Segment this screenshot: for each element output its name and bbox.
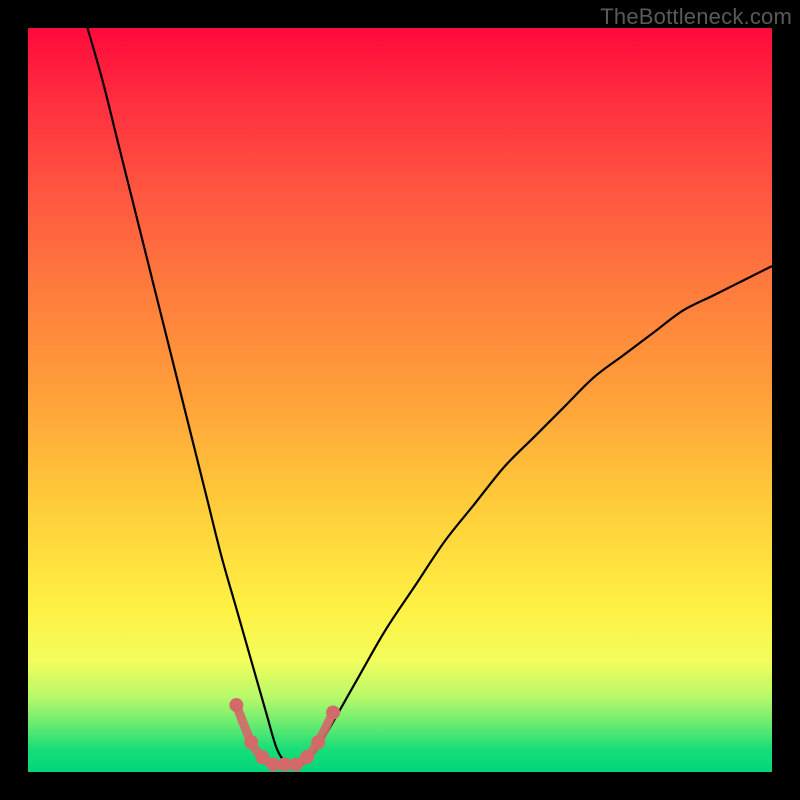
trough-point (326, 705, 340, 719)
trough-point (300, 750, 314, 764)
curve-layer (28, 28, 772, 772)
trough-point (311, 735, 325, 749)
bottleneck-curve (88, 28, 772, 766)
trough-line (236, 705, 333, 765)
chart-frame: TheBottleneck.com (0, 0, 800, 800)
trough-point (229, 698, 243, 712)
trough-point (244, 735, 258, 749)
watermark-text: TheBottleneck.com (600, 4, 792, 30)
trough-markers (229, 698, 340, 772)
plot-area (28, 28, 772, 772)
